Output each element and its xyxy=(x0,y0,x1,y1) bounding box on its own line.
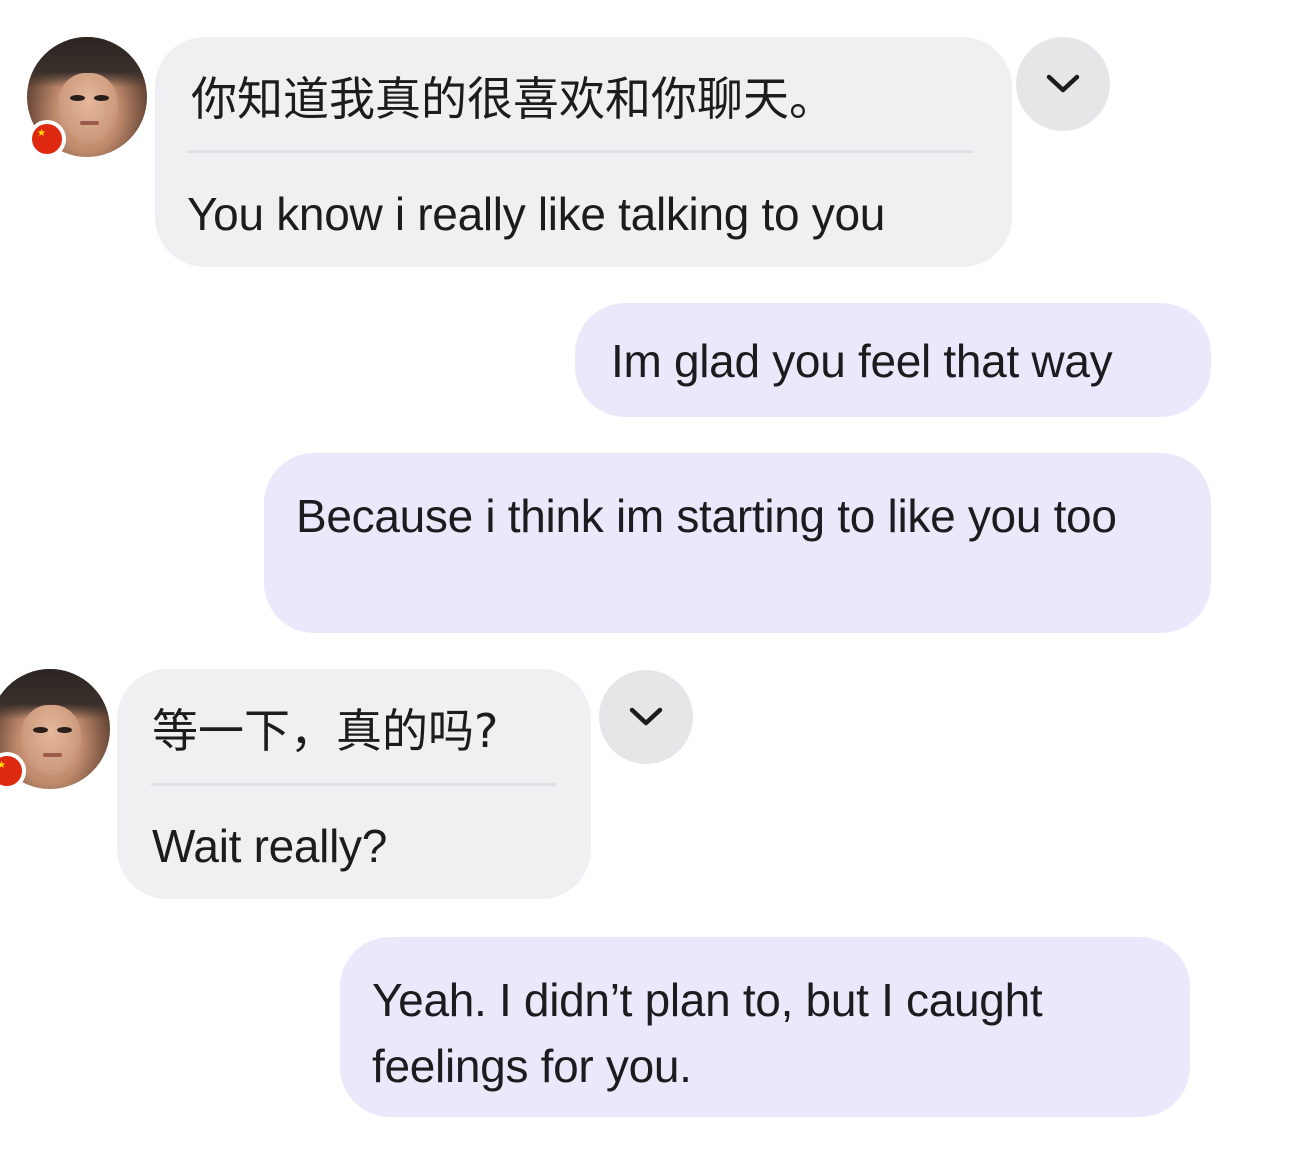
message-text: Because i think im starting to like you … xyxy=(296,490,1117,542)
message-translated-text: You know i really like talking to you xyxy=(187,188,886,240)
message-bubble-incoming[interactable]: 等一下，真的吗? Wait really? xyxy=(117,669,591,899)
translate-toggle-button[interactable] xyxy=(599,670,693,764)
chevron-down-icon xyxy=(629,707,663,726)
avatar-eye xyxy=(57,726,72,733)
translate-toggle-button[interactable] xyxy=(1016,37,1110,131)
translation-divider xyxy=(187,150,973,153)
avatar-mouth xyxy=(42,753,62,757)
message-bubble-outgoing[interactable]: Yeah. I didn’t plan to, but I caught fee… xyxy=(340,937,1190,1117)
avatar-face xyxy=(21,705,82,775)
translation-divider xyxy=(151,783,556,786)
message-text: Yeah. I didn’t plan to, but I caught fee… xyxy=(372,974,1055,1092)
message-original-text: 等一下，真的吗? xyxy=(152,704,499,758)
avatar-eye xyxy=(33,726,48,733)
china-flag-icon: ★ xyxy=(28,120,66,158)
message-bubble-incoming[interactable]: 你知道我真的很喜欢和你聊天。 You know i really like ta… xyxy=(155,37,1012,267)
avatar-eye xyxy=(94,94,109,101)
message-translated-text: Wait really? xyxy=(152,820,387,872)
avatar-mouth xyxy=(79,121,99,125)
avatar-eye xyxy=(70,94,85,101)
message-text: Im glad you feel that way xyxy=(611,335,1113,387)
message-original-text: 你知道我真的很喜欢和你聊天。 xyxy=(191,72,835,126)
avatar-face xyxy=(58,73,119,143)
message-bubble-outgoing[interactable]: Because i think im starting to like you … xyxy=(264,453,1211,633)
message-bubble-outgoing[interactable]: Im glad you feel that way xyxy=(575,303,1211,417)
chevron-down-icon xyxy=(1046,74,1080,93)
